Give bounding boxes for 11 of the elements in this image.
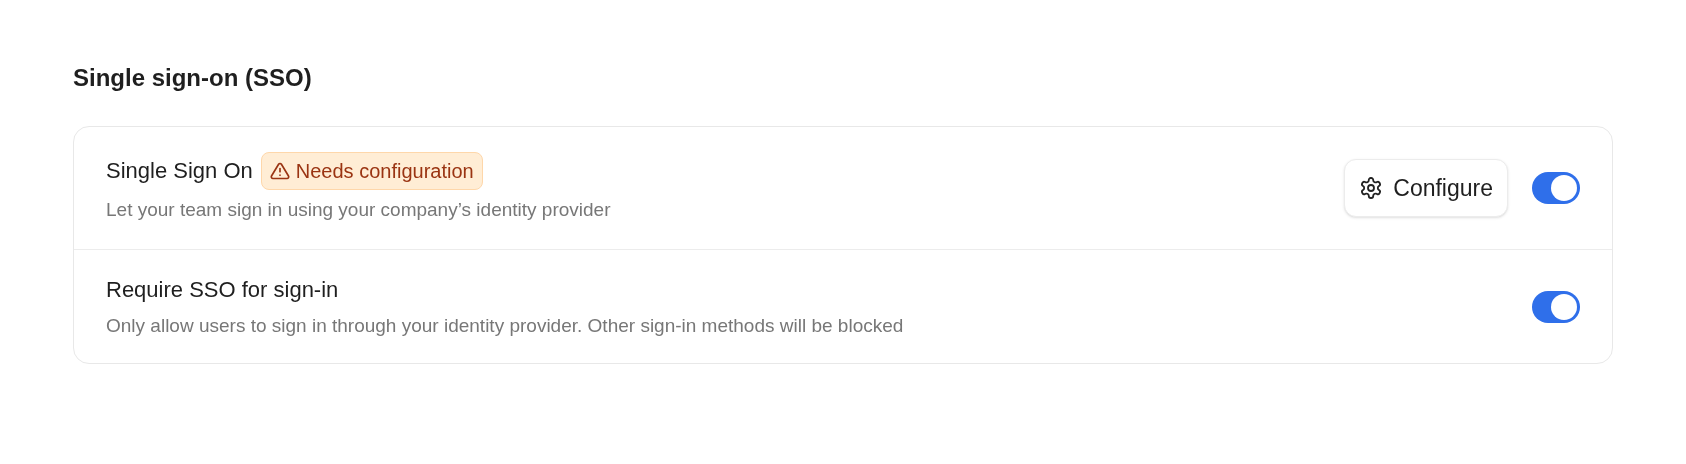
setting-description: Only allow users to sign in through your identity provider. Other sign-in methods will be blocked	[106, 313, 904, 338]
setting-description: Let your team sign in using your company’s identity provider	[106, 197, 611, 222]
toggle-switch[interactable]	[1532, 172, 1580, 204]
toggle-switch[interactable]	[1532, 290, 1580, 323]
warning-icon	[269, 160, 290, 181]
settings-icon	[1359, 176, 1384, 200]
setting-title: Single Sign On	[106, 157, 253, 186]
setting-title: Require SSO for sign-in	[106, 275, 339, 304]
status-badge: Needs configuration	[260, 151, 483, 190]
configure-button[interactable]: Configure	[1344, 159, 1508, 217]
section-title: Single sign-on (SSO)	[73, 63, 313, 93]
